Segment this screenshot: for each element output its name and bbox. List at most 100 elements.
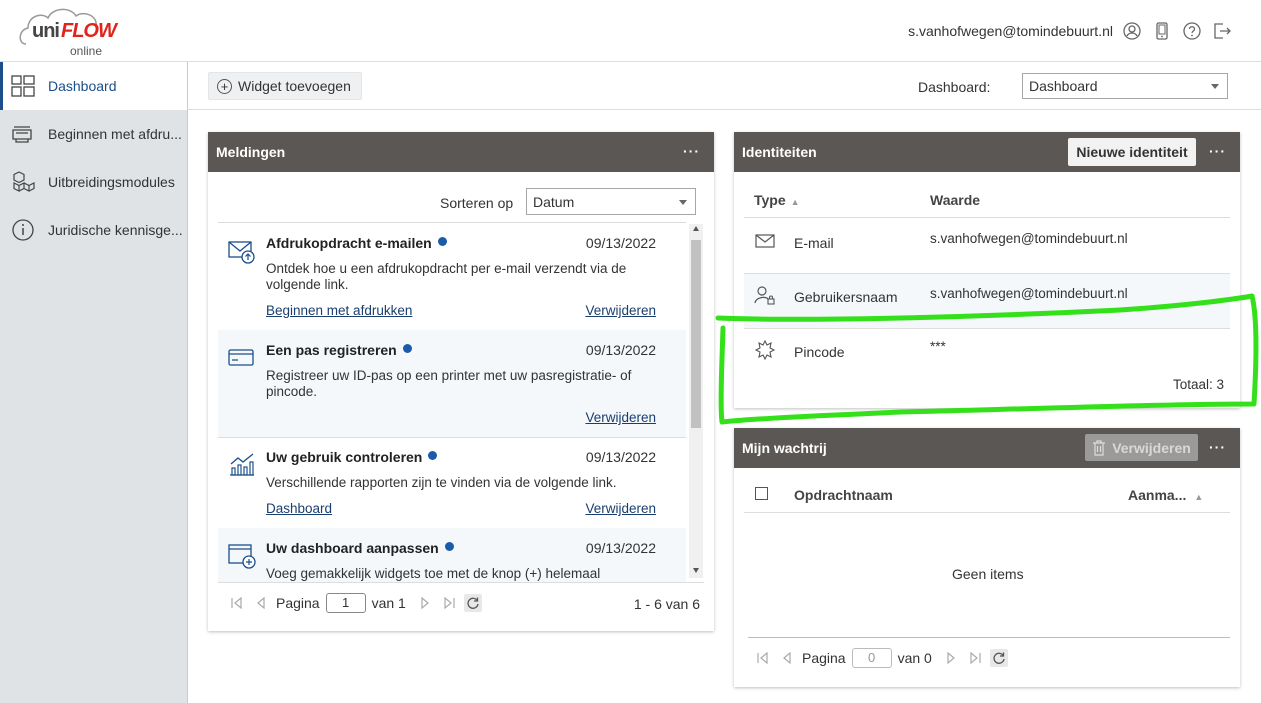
logout-icon[interactable] [1212, 21, 1232, 41]
uniflow-logo[interactable]: uni FLOW online [18, 4, 128, 60]
window-add-icon [228, 544, 256, 569]
printer-tray-icon [12, 126, 32, 143]
dashboard-icon [11, 75, 35, 97]
identities-table-header: Type ▲ Waarde [744, 172, 1230, 218]
page-input[interactable]: 0 [851, 648, 892, 668]
notification-description: Voeg gemakkelijk widgets toe met de knop… [266, 566, 601, 581]
notification-title: Uw gebruik controleren [266, 449, 438, 465]
notifications-header: Meldingen ··· [208, 132, 714, 172]
list-item: Uw dashboard aanpassen 09/13/2022 Voeg g… [218, 528, 686, 582]
notifications-list: Afdrukopdracht e-mailen 09/13/2022 Ontde… [208, 222, 714, 582]
user-lock-icon [754, 286, 775, 305]
queue-delete-label: Verwijderen [1112, 439, 1191, 456]
chart-icon [230, 453, 254, 476]
queue-pager: Pagina 0 van 0 [754, 648, 1014, 668]
notifications-title: Meldingen [216, 144, 286, 160]
sidebar-item-getting-started[interactable]: Beginnen met afdru... [0, 110, 187, 158]
info-icon [12, 219, 34, 241]
logo-online-text: online [70, 44, 103, 58]
queue-panel: Mijn wachtrij Verwijderen ··· Opdrachtna… [734, 428, 1240, 687]
identities-title: Identiteiten [742, 144, 817, 160]
scroll-down-icon[interactable] [693, 568, 699, 573]
dashboard-select[interactable]: Dashboard [1022, 73, 1228, 99]
sidebar-item-legal[interactable]: Juridische kennisge... [0, 206, 187, 254]
logo-uni-text: uni [32, 20, 60, 42]
keypad-icon [754, 339, 776, 361]
profile-icon[interactable] [1122, 21, 1142, 41]
sidebar-item-dashboard[interactable]: Dashboard [0, 62, 187, 110]
chevron-down-icon [679, 199, 687, 205]
page-input[interactable]: 1 [325, 593, 366, 613]
envelope-icon [755, 234, 775, 248]
last-page-icon[interactable] [440, 594, 458, 612]
divider [748, 637, 1230, 638]
page-count: van 0 [897, 650, 932, 666]
delete-link[interactable]: Verwijderen [585, 501, 656, 516]
new-identity-button[interactable]: Nieuwe identiteit [1068, 138, 1196, 166]
identity-type: Gebruikersnaam [794, 289, 898, 305]
mobile-icon[interactable] [1152, 21, 1172, 41]
identities-header: Identiteiten Nieuwe identiteit ··· [734, 132, 1240, 172]
add-widget-label: Widget toevoegen [238, 78, 351, 94]
divider [218, 582, 704, 583]
plus-circle-icon: + [217, 78, 232, 94]
sort-icon: ▲ [1194, 492, 1204, 502]
refresh-icon[interactable] [463, 594, 482, 612]
more-options-icon[interactable]: ··· [1209, 143, 1226, 159]
notification-title: Een pas registreren [266, 342, 412, 358]
notification-title: Afdrukopdracht e-mailen [266, 235, 447, 251]
more-options-icon[interactable]: ··· [1209, 439, 1226, 455]
table-row[interactable]: E-mail s.vanhofwegen@tomindebuurt.nl [744, 218, 1230, 274]
help-icon[interactable] [1182, 21, 1202, 41]
scrollbar[interactable] [689, 224, 703, 578]
sort-icon: ▲ [790, 197, 800, 207]
last-page-icon[interactable] [966, 649, 984, 667]
add-widget-button[interactable]: + Widget toevoegen [208, 72, 362, 100]
card-icon [228, 349, 254, 366]
dashboard-toolbar: + Widget toevoegen Dashboard: Dashboard [188, 62, 1261, 110]
notification-date: 09/13/2022 [585, 449, 656, 465]
queue-delete-button[interactable]: Verwijderen [1085, 434, 1198, 461]
first-page-icon[interactable] [228, 594, 246, 612]
notification-link[interactable]: Dashboard [266, 501, 332, 516]
new-identity-label: Nieuwe identiteit [1076, 144, 1188, 160]
unread-dot [402, 344, 412, 353]
first-page-icon[interactable] [754, 649, 772, 667]
scrollbar-thumb[interactable] [691, 240, 701, 428]
notifications-panel: Meldingen ··· Sorteren op Datum Afdrukop… [208, 132, 714, 631]
more-options-icon[interactable]: ··· [683, 143, 700, 159]
refresh-icon[interactable] [989, 649, 1008, 667]
identity-type: E-mail [794, 235, 834, 251]
notification-date: 09/13/2022 [585, 235, 656, 251]
table-row[interactable]: Gebruikersnaam s.vanhofwegen@tomindebuur… [744, 274, 1230, 329]
delete-link[interactable]: Verwijderen [585, 410, 656, 425]
sort-select[interactable]: Datum [526, 188, 696, 215]
column-header-value[interactable]: Waarde [930, 192, 980, 208]
top-bar: uni FLOW online s.vanhofwegen@tomindebuu… [0, 0, 1261, 62]
table-row[interactable]: Pincode *** [744, 329, 1230, 369]
next-page-icon[interactable] [416, 594, 434, 612]
trash-icon [1093, 439, 1106, 456]
sidebar-item-extensions[interactable]: Uitbreidingsmodules [0, 158, 187, 206]
page-label: Pagina [802, 650, 846, 666]
prev-page-icon[interactable] [778, 649, 796, 667]
sidebar-item-label: Beginnen met afdru... [48, 126, 182, 142]
column-header-type[interactable]: Type ▲ [754, 192, 800, 208]
column-header-created[interactable]: Aanma... ▲ [1128, 487, 1203, 503]
list-item: Uw gebruik controleren 09/13/2022 Versch… [218, 437, 686, 529]
next-page-icon[interactable] [942, 649, 960, 667]
identity-type: Pincode [794, 344, 845, 360]
column-header-job-name[interactable]: Opdrachtnaam [794, 487, 893, 503]
unread-dot [437, 237, 447, 246]
notification-description: Registreer uw ID-pas op een printer met … [266, 368, 632, 399]
prev-page-icon[interactable] [252, 594, 270, 612]
scroll-up-icon[interactable] [693, 226, 699, 231]
user-email[interactable]: s.vanhofwegen@tomindebuurt.nl [908, 23, 1113, 39]
select-all-checkbox[interactable] [755, 487, 768, 500]
sidebar: Dashboard Beginnen met afdru... Uitbreid… [0, 62, 188, 703]
page-count: van 1 [371, 595, 406, 611]
notification-link[interactable]: Beginnen met afdrukken [266, 303, 412, 318]
notification-date: 09/13/2022 [585, 540, 656, 556]
notification-title: Uw dashboard aanpassen [266, 540, 454, 556]
delete-link[interactable]: Verwijderen [585, 303, 656, 318]
